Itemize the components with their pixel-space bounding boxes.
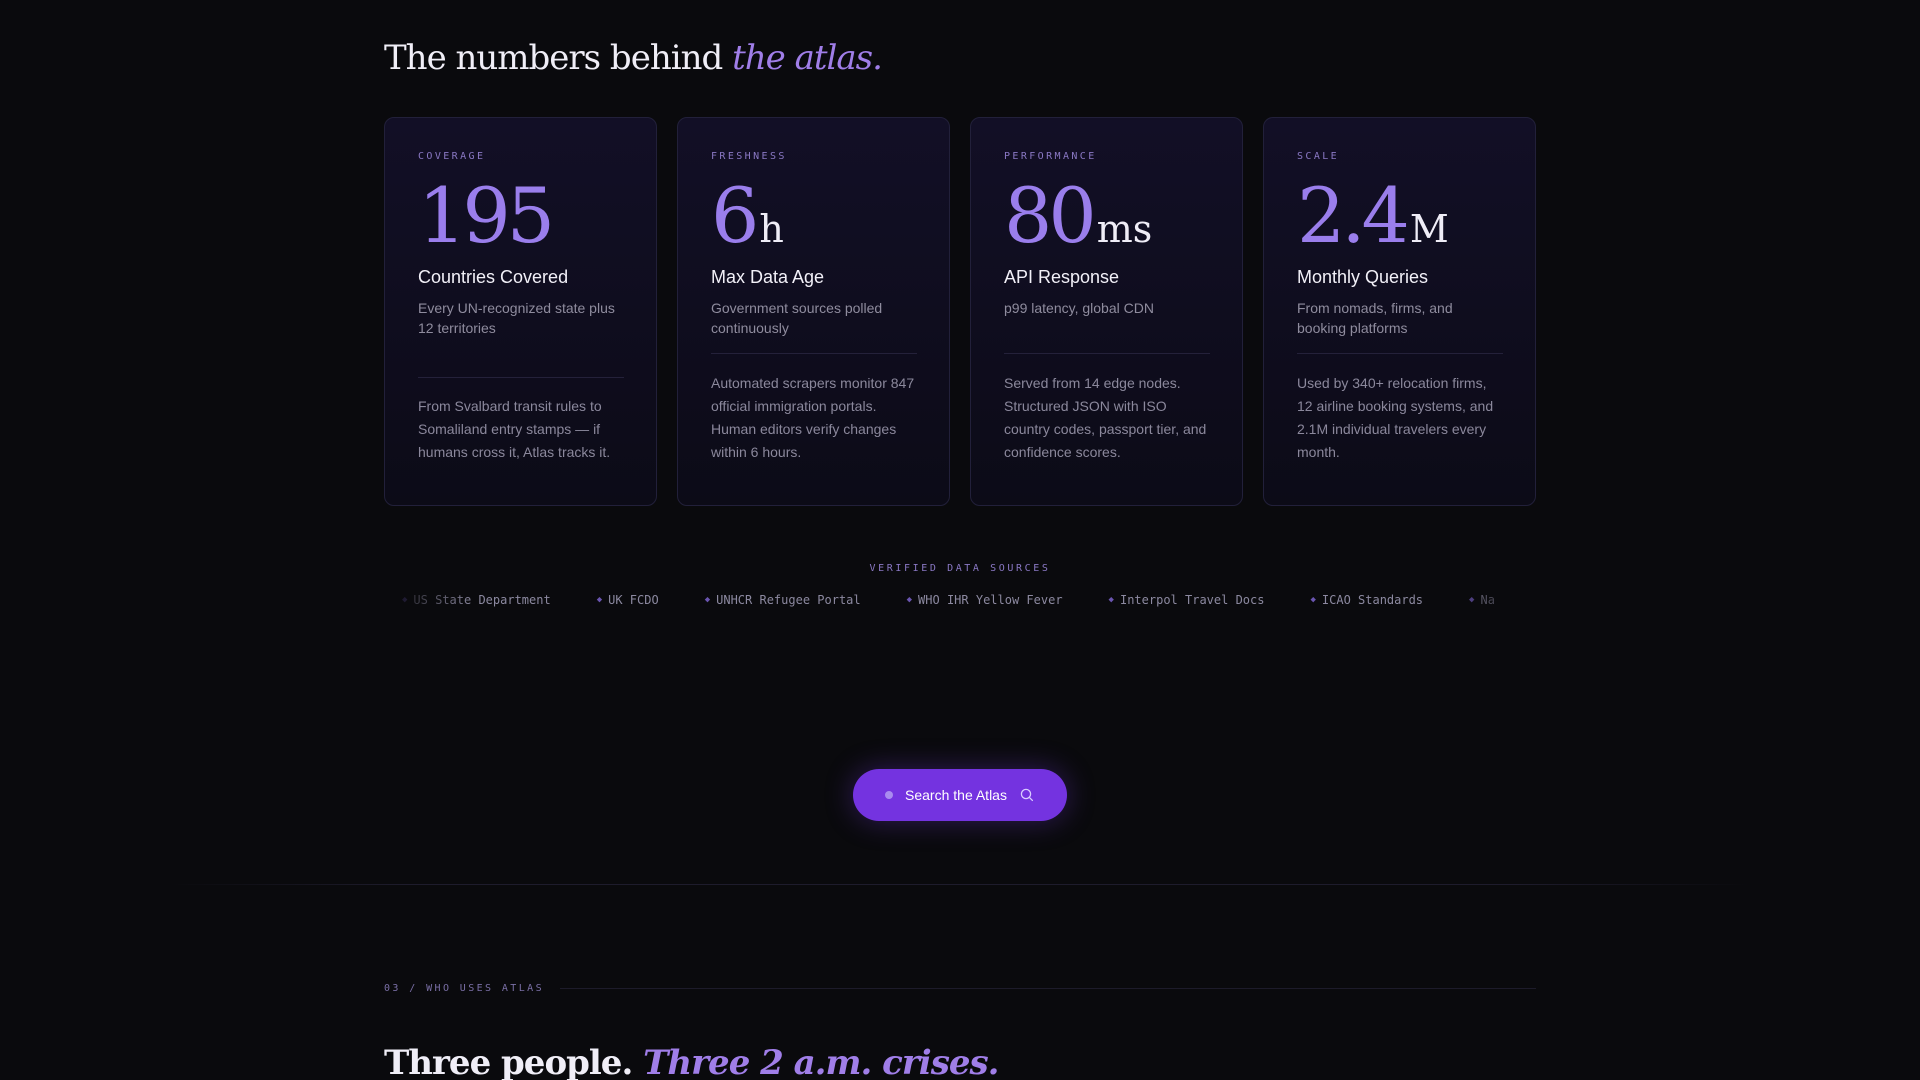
- card-eyebrow: COVERAGE: [418, 151, 486, 162]
- card-divider: [711, 353, 917, 354]
- section-heading: Three people. Three 2 a.m. crises.: [384, 1043, 999, 1080]
- card-figure: 195: [418, 177, 624, 255]
- card-figure: 6h: [711, 177, 917, 255]
- card-body: Automated scrapers monitor 847 official …: [711, 375, 915, 460]
- card-body: Used by 340+ relocation firms, 12 airlin…: [1297, 375, 1494, 460]
- card-eyebrow: PERFORMANCE: [1004, 151, 1097, 162]
- card-figure: 80 ms: [1004, 177, 1210, 255]
- card-unit: h: [759, 207, 784, 251]
- source-label: Interpol Travel Docs: [1119, 593, 1265, 607]
- card-divider: [1297, 353, 1503, 354]
- diamond-icon: ◆: [906, 595, 913, 605]
- source-item: ◆ UK FCDO: [597, 593, 659, 607]
- stat-card-freshness: FRESHNESS 6h Max Data Age Government sou…: [677, 117, 950, 506]
- diamond-icon: ◆: [1108, 595, 1114, 605]
- sources-label: VERIFIED DATA SOURCES: [869, 563, 1051, 574]
- card-number: 6: [711, 171, 759, 260]
- source-label: UK FCDO: [608, 593, 659, 607]
- card-subtitle: Government sources polled continuously: [711, 300, 883, 336]
- section-heading-main: Three people.: [384, 1043, 633, 1080]
- diamond-icon: ◆: [596, 595, 603, 605]
- diamond-icon: ◆: [1310, 595, 1316, 605]
- card-subtitle: p99 latency, global CDN: [1004, 300, 1154, 316]
- diamond-icon: ◆: [402, 595, 408, 605]
- stats-cards: COVERAGE 195 Countries Covered Every UN-…: [384, 117, 1536, 506]
- card-body: From Svalbard transit rules to Somalilan…: [418, 398, 611, 460]
- source-item: ◆ ICAO Standards: [1310, 593, 1423, 607]
- diamond-icon: ◆: [704, 595, 711, 605]
- card-body: Served from 14 edge nodes. Structured JS…: [1004, 375, 1207, 460]
- card-number: 80: [1004, 171, 1097, 260]
- card-title: Max Data Age: [711, 267, 825, 287]
- card-eyebrow: SCALE: [1297, 151, 1340, 162]
- stats-heading-accent: the atlas.: [732, 38, 883, 78]
- search-atlas-button[interactable]: Search the Atlas: [853, 769, 1067, 821]
- card-divider: [418, 377, 624, 378]
- card-title: Countries Covered: [418, 267, 569, 287]
- source-label: WHO IHR Yellow Fever: [918, 593, 1063, 607]
- source-item: ◆ UNHCR Refugee Portal: [705, 593, 861, 607]
- card-title: Monthly Queries: [1297, 267, 1429, 287]
- stats-heading-main: The numbers behind: [384, 38, 723, 78]
- source-label: ICAO Standards: [1321, 593, 1424, 607]
- section-tag-line: [560, 988, 1536, 989]
- card-eyebrow: FRESHNESS: [711, 151, 787, 162]
- status-dot-icon: [885, 791, 894, 799]
- section-divider: [170, 884, 1750, 885]
- card-number: 2.4: [1297, 171, 1410, 260]
- source-item: ◆ WHO IHR Yellow Fever: [907, 593, 1063, 607]
- source-label: US State Department: [413, 593, 551, 607]
- diamond-icon: ◆: [1469, 595, 1475, 605]
- stat-card-performance: PERFORMANCE 80 ms API Response p99 latenc…: [970, 117, 1243, 506]
- source-item: ◆ Na: [1469, 593, 1495, 607]
- card-divider: [1004, 353, 1210, 354]
- source-label: UNHCR Refugee Portal: [716, 593, 861, 607]
- search-atlas-label: Search the Atlas: [905, 787, 1007, 803]
- source-label: Na: [1480, 593, 1495, 607]
- card-figure: 2.4 M: [1297, 177, 1503, 255]
- search-icon: [1020, 788, 1034, 802]
- card-subtitle: From nomads, firms, and booking platform…: [1297, 300, 1453, 336]
- sources-marquee: ◆ US State Department ◆ UK FCDO ◆ UNHCR Ref…: [384, 590, 1536, 612]
- section-tag-label: 03 / WHO USES ATLAS: [384, 983, 544, 994]
- section-heading-accent: Three 2 a.m. crises.: [643, 1043, 999, 1080]
- source-item: ◆ Interpol Travel Docs: [1109, 593, 1265, 607]
- stat-card-coverage: COVERAGE 195 Countries Covered Every UN-…: [384, 117, 657, 506]
- stats-heading: The numbers behind the atlas.: [384, 38, 883, 78]
- card-subtitle: Every UN-recognized state plus 12 territ…: [418, 300, 615, 336]
- card-unit: M: [1409, 207, 1449, 251]
- section-tag: 03 / WHO USES ATLAS: [384, 983, 1536, 994]
- card-number: 195: [418, 171, 555, 260]
- card-title: API Response: [1004, 267, 1120, 287]
- source-item: ◆ US State Department: [402, 593, 551, 607]
- sources-track: ◆ US State Department ◆ UK FCDO ◆ UNHCR Ref…: [402, 593, 1495, 607]
- stat-card-scale: SCALE 2.4 M Monthly Queries From nomads, …: [1263, 117, 1536, 506]
- card-unit: ms: [1096, 207, 1153, 251]
